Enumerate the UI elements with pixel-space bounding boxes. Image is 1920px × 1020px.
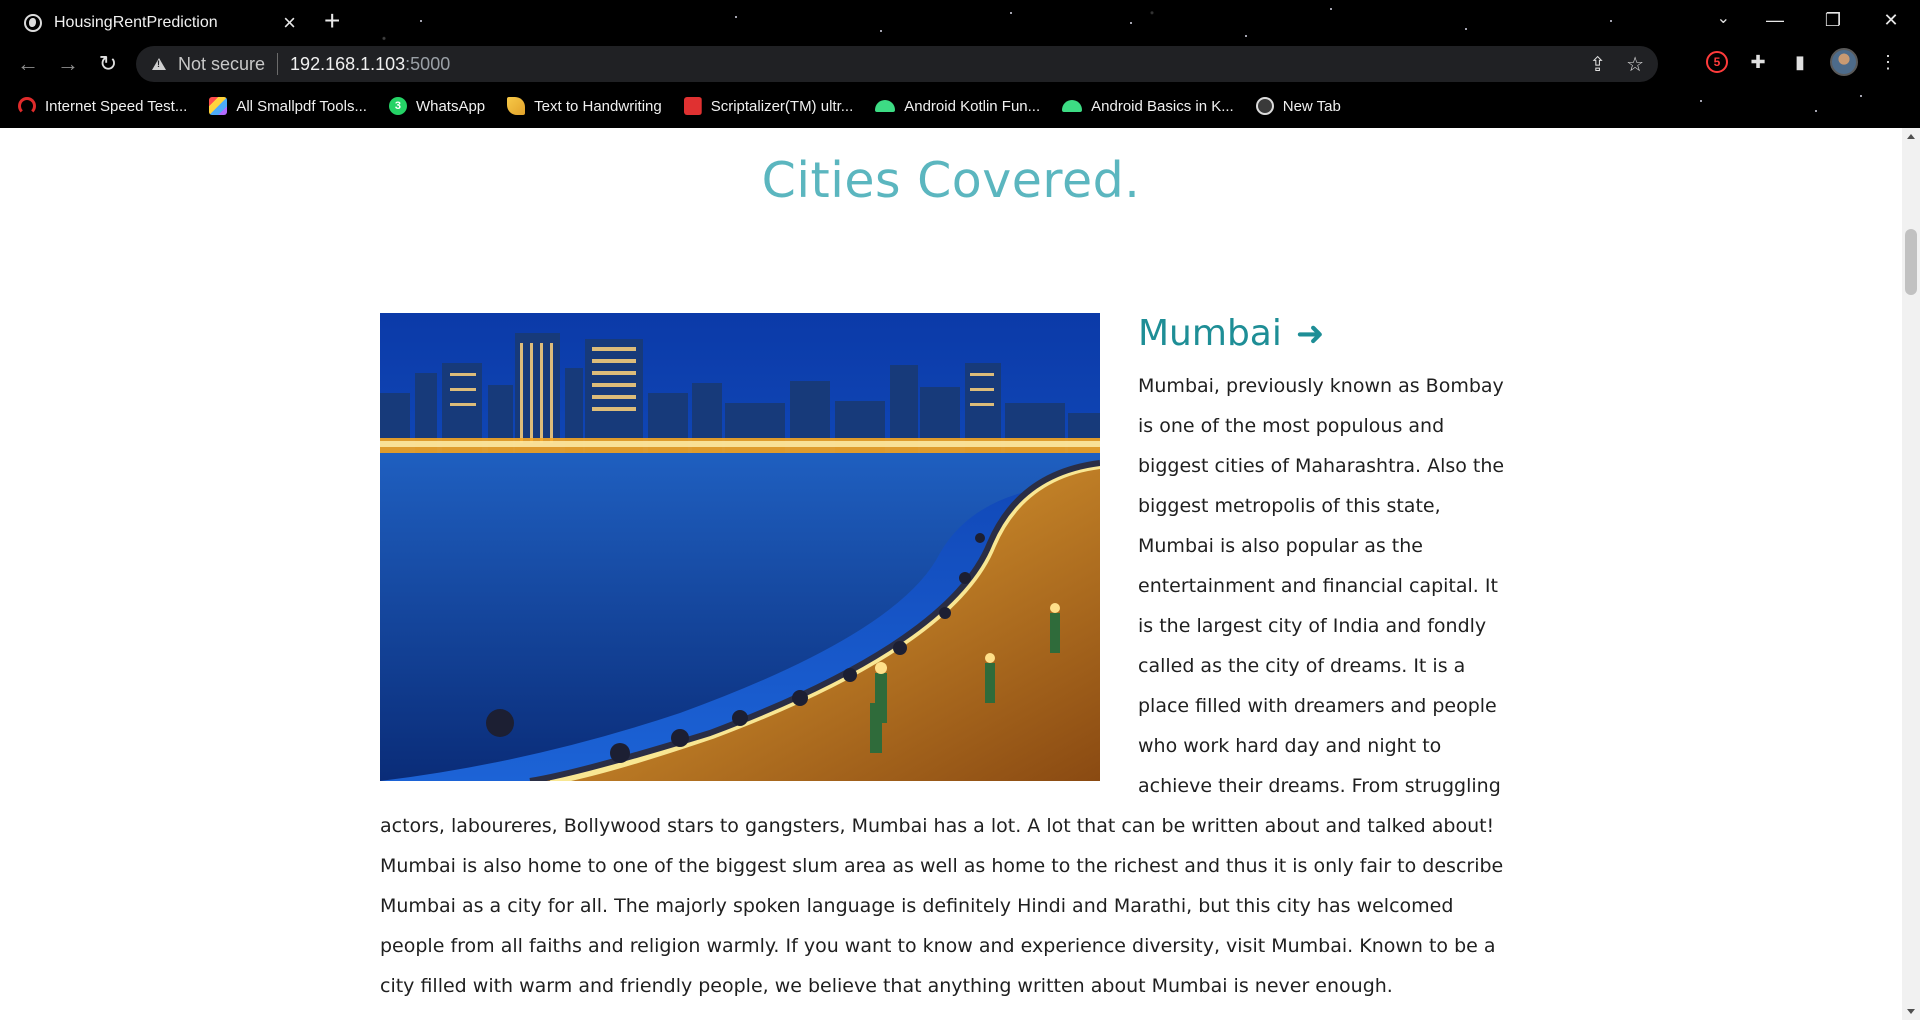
extensions-area: 5 ✚ ▮ ⋮ [1706, 48, 1900, 76]
bookmark-item[interactable]: Scriptalizer(TM) ultr... [683, 97, 854, 115]
profile-avatar[interactable] [1830, 48, 1858, 76]
bookmark-label: Scriptalizer(TM) ultr... [710, 97, 854, 115]
globe-icon [1255, 97, 1274, 115]
browser-toolbar: ← → ↻ Not secure 192.168.1.103:5000 ⇪ ☆ … [0, 44, 1920, 84]
address-bar[interactable]: Not secure 192.168.1.103:5000 ⇪ ☆ [136, 46, 1658, 82]
android-icon [1062, 100, 1083, 112]
window-controls: — ❐ ✕ [1746, 0, 1920, 40]
bookmark-label: WhatsApp [415, 97, 486, 115]
bookmark-item[interactable]: All Smallpdf Tools... [209, 97, 367, 115]
bookmark-label: Internet Speed Test... [45, 97, 188, 115]
city-heading[interactable]: Mumbai ➜ [1138, 314, 1516, 355]
city-image [380, 313, 1100, 781]
star-icon[interactable]: ☆ [1626, 52, 1644, 77]
url-port[interactable]: :5000 [405, 54, 450, 75]
restore-button[interactable]: ❐ [1804, 0, 1862, 40]
bookmark-label: All Smallpdf Tools... [236, 97, 367, 115]
bookmarks-bar: Internet Speed Test... All Smallpdf Tool… [0, 92, 1920, 120]
address-bar-actions: ⇪ ☆ [1589, 52, 1644, 77]
arrow-right-icon[interactable]: ➜ [1296, 314, 1325, 354]
warning-icon [152, 58, 166, 70]
share-icon[interactable]: ⇪ [1589, 52, 1606, 77]
bookmark-item[interactable]: 3 WhatsApp [388, 97, 486, 115]
bookmark-item[interactable]: Android Basics in K... [1062, 98, 1234, 115]
globe-icon [24, 14, 42, 32]
scroll-up-arrow-icon[interactable] [1907, 134, 1915, 139]
bookmark-item[interactable]: Internet Speed Test... [18, 97, 187, 115]
browser-tab[interactable]: HousingRentPrediction × [10, 4, 310, 42]
city-name[interactable]: Mumbai [1138, 314, 1282, 354]
smallpdf-icon [209, 97, 228, 115]
bookmark-label: Android Kotlin Fun... [904, 97, 1041, 115]
more-menu-icon[interactable]: ⋮ [1876, 50, 1900, 74]
android-icon [875, 100, 896, 112]
page-scrollbar[interactable] [1902, 128, 1920, 1020]
minimize-button[interactable]: — [1746, 0, 1804, 40]
security-label[interactable]: Not secure [178, 54, 265, 75]
scroll-down-arrow-icon[interactable] [1907, 1009, 1915, 1014]
address-separator [277, 53, 279, 75]
bookmark-item[interactable]: New Tab [1255, 97, 1341, 115]
back-button[interactable]: ← [14, 50, 42, 78]
scriptalizer-icon [683, 97, 702, 115]
bookmark-item[interactable]: Android Kotlin Fun... [875, 98, 1040, 115]
new-tab-button[interactable]: + [324, 6, 340, 36]
url-host[interactable]: 192.168.1.103 [290, 54, 405, 75]
section-title: Cities Covered. [761, 152, 1141, 209]
browser-chrome: HousingRentPrediction × + ⌄ — ❐ ✕ ← → ↻ … [0, 0, 1920, 128]
page-content: Cities Covered. Mumbai ➜ Mumbai, previou… [0, 128, 1902, 1020]
scroll-thumb[interactable] [1905, 229, 1917, 295]
tab-search-icon[interactable]: ⌄ [1717, 8, 1730, 28]
whatsapp-icon: 3 [388, 97, 407, 115]
side-panel-icon[interactable]: ▮ [1788, 50, 1812, 74]
bookmark-label: Android Basics in K... [1091, 97, 1234, 115]
close-window-button[interactable]: ✕ [1862, 0, 1920, 40]
handwriting-icon [507, 97, 526, 115]
bookmark-label: Text to Handwriting [534, 97, 662, 115]
speedometer-icon [18, 97, 36, 115]
city-article: Mumbai ➜ Mumbai, previously known as Bom… [380, 313, 1516, 1006]
puzzle-icon[interactable]: ✚ [1746, 50, 1770, 74]
bookmark-label: New Tab [1282, 97, 1341, 115]
bookmark-item[interactable]: Text to Handwriting [507, 97, 662, 115]
forward-button[interactable]: → [54, 50, 82, 78]
tab-title: HousingRentPrediction [54, 14, 218, 31]
close-tab-icon[interactable]: × [283, 12, 296, 34]
reload-button[interactable]: ↻ [94, 50, 122, 78]
html5-extension-icon[interactable]: 5 [1706, 51, 1728, 73]
marine-drive-illustration [380, 313, 1100, 781]
